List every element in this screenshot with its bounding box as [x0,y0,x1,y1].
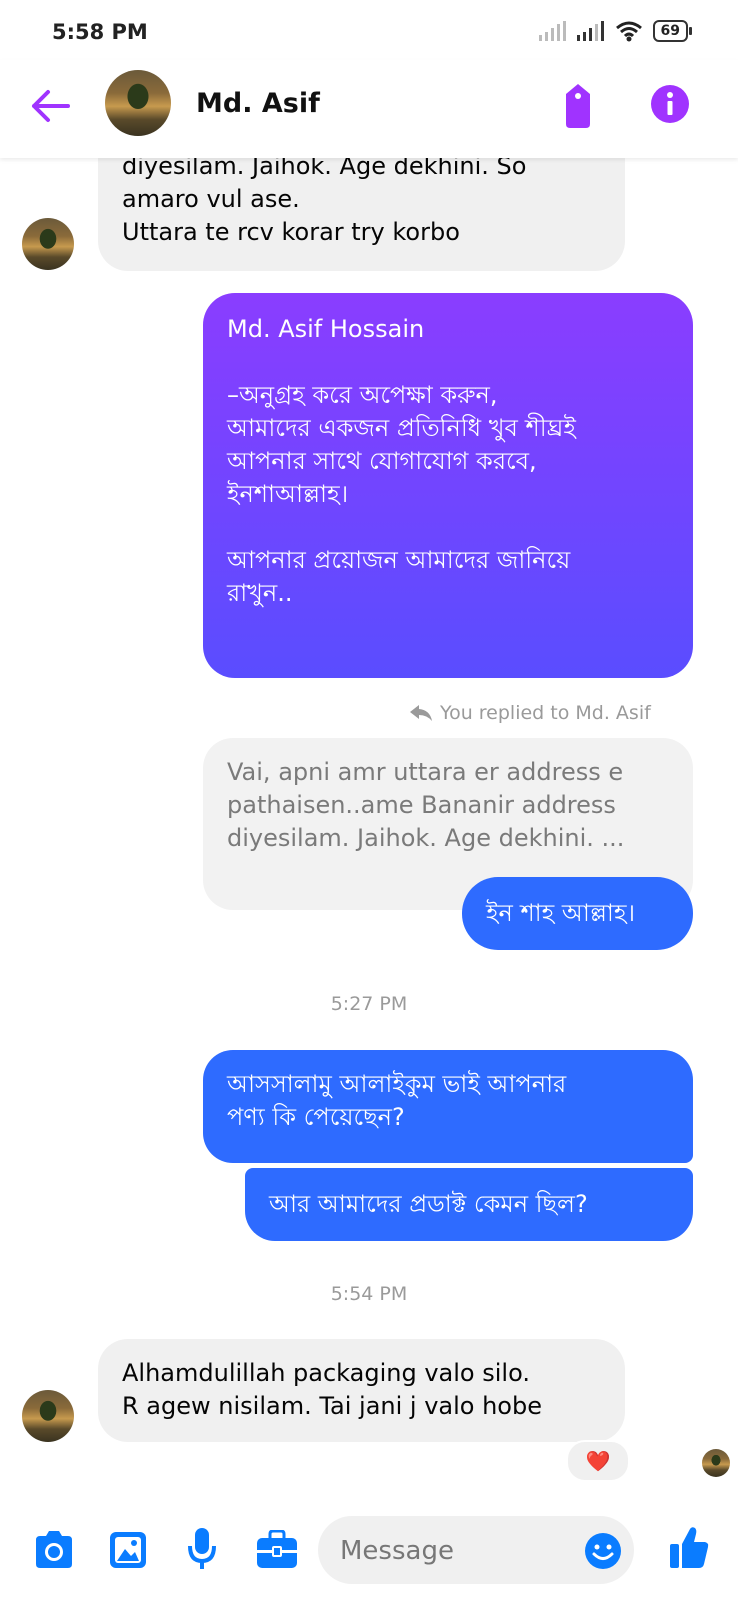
status-icons: 69 [538,20,693,42]
message-line: amaro vul ase. [122,185,300,213]
message-line: আসসালামু আলাইকুম ভাই আপনার [227,1070,567,1098]
message-text: আর আমাদের প্রডাক্ট কেমন ছিল? [269,1190,588,1218]
message-line [227,346,669,379]
reply-arrow-icon [410,705,432,721]
received-message-2[interactable]: Alhamdulillah packaging valo silo. R age… [98,1339,625,1442]
wifi-icon [615,21,642,42]
heart-icon: ❤️ [585,1449,611,1473]
message-text: ইন শাহ আল্লাহ। [486,899,636,927]
sent-message-question[interactable]: আর আমাদের প্রডাক্ট কেমন ছিল? [245,1168,693,1241]
sent-message-auto-reply[interactable]: Md. Asif Hossain –অনুগ্রহ করে অপেক্ষা কর… [203,293,693,678]
quoted-line: pathaisen..ame Bananir address [227,791,616,819]
sent-message-greeting[interactable]: আসসালামু আলাইকুম ভাই আপনার পণ্য কি পেয়ে… [203,1050,693,1163]
contact-name[interactable]: Md. Asif [196,88,320,119]
read-receipt-avatar [702,1449,730,1477]
contact-avatar[interactable] [22,218,74,270]
message-line: Uttara te rcv korar try korbo [122,218,460,246]
message-line: Alhamdulillah packaging valo silo. [122,1359,530,1387]
battery-indicator: 69 [652,20,693,42]
message-line: Md. Asif Hossain [227,315,425,343]
quoted-line: Vai, apni amr uttara er address e [227,758,624,786]
status-time: 5:58 PM [52,20,148,44]
thumbs-up-icon[interactable] [668,1526,710,1574]
sent-message-reply[interactable]: ইন শাহ আল্লাহ। [462,877,693,950]
quoted-line: diyesilam. Jaihok. Age dekhini. ... [227,824,625,852]
message-line: আপনার সাথে যোগাযোগ করবে, [227,447,537,475]
signal-icon-2 [576,21,604,41]
briefcase-icon[interactable] [255,1529,299,1574]
microphone-icon[interactable] [187,1526,217,1576]
message-line: –অনুগ্রহ করে অপেক্ষা করুন, [227,381,498,409]
header-avatar[interactable] [105,70,171,136]
timestamp: 5:54 PM [330,1283,408,1305]
reply-indicator: You replied to Md. Asif [410,702,651,724]
back-arrow-icon[interactable] [30,88,70,128]
message-line [227,511,669,544]
emoji-icon[interactable] [584,1532,622,1574]
message-line: আমাদের একজন প্রতিনিধি খুব শীঘ্রই [227,414,576,442]
info-icon[interactable] [650,84,690,128]
message-line: আপনার প্রয়োজন আমাদের জানিয়ে [227,546,571,574]
message-placeholder: Message [340,1536,454,1566]
message-line: R agew nisilam. Tai jani j valo hobe [122,1392,542,1420]
contact-avatar[interactable] [22,1390,74,1442]
message-line: রাখুন.. [227,579,293,607]
reply-label: You replied to Md. Asif [440,702,651,724]
tag-icon[interactable] [560,84,596,132]
timestamp: 5:27 PM [330,993,408,1015]
conversation-header: Md. Asif [0,60,738,158]
message-line: পণ্য কি পেয়েছেন? [227,1103,405,1131]
camera-icon[interactable] [32,1530,76,1574]
message-line: ইনশাআল্লাহ। [227,480,349,508]
gallery-icon[interactable] [108,1530,148,1574]
signal-icon [538,21,566,41]
reaction-badge[interactable]: ❤️ [566,1440,630,1482]
